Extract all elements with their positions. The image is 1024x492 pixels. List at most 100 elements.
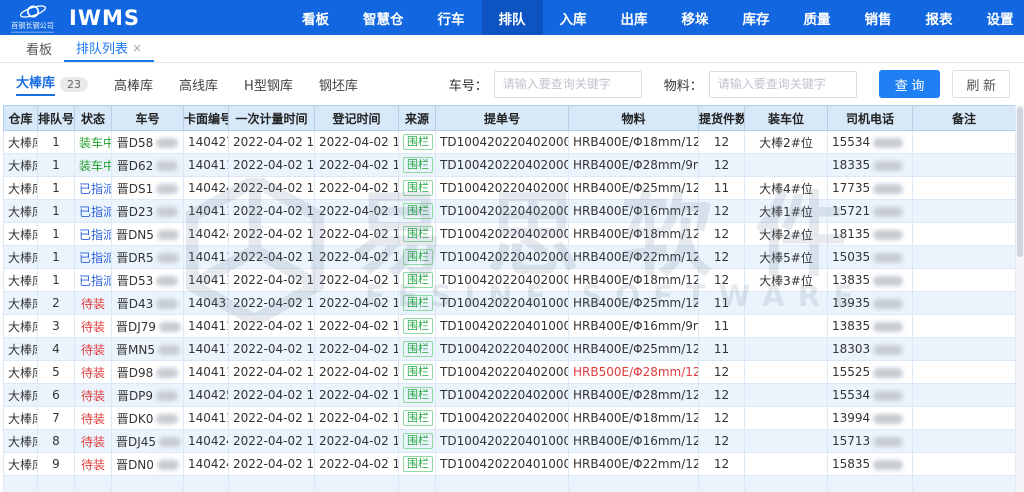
nav-item-10[interactable]: 销售 [848,0,909,35]
table-row[interactable]: 大棒库2待装晋D43140431192022-04-02 12:242022-0… [4,292,1016,315]
cell-queue-no: 1 [38,154,75,177]
nav-item-11[interactable]: 报表 [909,0,970,35]
warehouse-tab-1[interactable]: 大棒库23 [16,63,88,105]
cell-dock [745,453,828,476]
nav-item-1[interactable]: 看板 [285,0,346,35]
cell-phone: 18335 [828,154,913,177]
nav-item-9[interactable]: 质量 [787,0,848,35]
warehouse-tab-label: 高线库 [179,75,218,94]
phone-blur [873,368,903,378]
cell-status: 待装 [75,361,112,384]
cell-dock: 大棒4#位 [745,177,828,200]
empty-cell [4,476,38,492]
cell-register-time: 2022-04-02 11:43 [315,131,399,154]
cell-material: HRB400E/Φ22mm/12m [569,246,699,269]
cell-qty: 12 [699,200,745,223]
table-row[interactable]: 大棒库1已指派晋DS1140424192022-04-02 11:262022-… [4,177,1016,200]
cell-dock [745,338,828,361]
toolbar: 大棒库23高棒库高线库H型钢库钢坯库 车号： 物料： 查 询 刷 新 [0,63,1024,105]
cell-plate: 晋D23 [112,200,184,223]
nav-item-5[interactable]: 入库 [543,0,604,35]
material-search-input[interactable] [709,71,857,98]
nav-item-7[interactable]: 移垛 [665,0,726,35]
cell-bill-no: TD10042022040200005319 [436,154,569,177]
cell-weigh-time: 2022-04-02 13:11 [229,407,315,430]
cell-material: HRB400E/Φ25mm/12m [569,292,699,315]
table-row[interactable]: 大棒库1装车中晋D58140427192022-04-02 11:432022-… [4,131,1016,154]
table-row[interactable]: 大棒库1已指派晋D53140411192022-04-02 12:212022-… [4,269,1016,292]
nav-item-12[interactable]: 设置 [970,0,1024,35]
cell-material: HRB400E/Φ25mm/12m [569,177,699,200]
status-badge: 待装 [81,389,105,403]
table-row[interactable]: 大棒库6待装晋DP9140425192022-04-02 13:092022-0… [4,384,1016,407]
cell-phone: 15721 [828,200,913,223]
table-row[interactable]: 大棒库1已指派晋DR5140411192022-04-02 12:022022-… [4,246,1016,269]
phone-blur [873,253,903,263]
warehouse-tab-2[interactable]: 高棒库 [114,63,153,105]
table-row[interactable]: 大棒库8待装晋DJ45140424192022-04-02 13:152022-… [4,430,1016,453]
phone-blur [873,391,903,401]
query-button[interactable]: 查 询 [879,70,941,98]
cell-card-no: 14042519 [184,384,229,407]
status-badge: 待装 [81,297,105,311]
table-row[interactable]: 大棒库4待装晋MN5140411192022-04-02 12:492022-0… [4,338,1016,361]
page-tabbar: 看板排队列表× [0,35,1024,63]
cell-card-no: 14041119 [184,269,229,292]
source-tag: 围栏 [403,272,433,288]
cell-weigh-time: 2022-04-02 11:43 [229,131,315,154]
table-row[interactable]: 大棒库1装车中晋D62140411192022-04-02 12:462022-… [4,154,1016,177]
cell-card-no: 14042419 [184,453,229,476]
plate-blur [159,437,181,447]
vertical-scrollbar[interactable] [1015,105,1024,492]
nav-item-4[interactable]: 排队 [482,0,543,35]
col-header-6: 一次计量时间 [229,106,315,131]
plate-blur [157,460,179,470]
table-row[interactable]: 大棒库1已指派晋D23140411192022-04-02 11:282022-… [4,200,1016,223]
cell-phone: 13935 [828,292,913,315]
cell-warehouse: 大棒库 [4,131,38,154]
nav-item-6[interactable]: 出库 [604,0,665,35]
cell-status: 待装 [75,453,112,476]
close-icon[interactable]: × [132,41,142,55]
nav-item-3[interactable]: 行车 [421,0,482,35]
cell-queue-no: 5 [38,361,75,384]
col-header-10: 物料 [569,106,699,131]
page-tab-2[interactable]: 排队列表× [64,35,154,62]
cell-source: 围栏 [399,223,436,246]
table-row[interactable]: 大棒库3待装晋DJ79140411192022-04-02 12:412022-… [4,315,1016,338]
cell-bill-no: TD10042022040200005319 [436,223,569,246]
top-nav: 首钢长钢公司 IWMS 看板智慧仓行车排队入库出库移垛库存质量销售报表设置 排队… [0,0,1024,35]
cell-remark [913,200,1016,223]
cell-register-time: 2022-04-02 13:12 [315,407,399,430]
nav-item-8[interactable]: 库存 [726,0,787,35]
cell-card-no: 14041119 [184,338,229,361]
cell-source: 围栏 [399,292,436,315]
table-row[interactable]: 大棒库7待装晋DK0140411192022-04-02 13:112022-0… [4,407,1016,430]
cell-warehouse: 大棒库 [4,223,38,246]
table-row[interactable]: 大棒库5待装晋D98140411192022-04-02 12:502022-0… [4,361,1016,384]
status-badge: 待装 [81,343,105,357]
status-badge: 待装 [81,320,105,334]
cell-bill-no: TD10042022040100005318 [436,315,569,338]
cell-plate: 晋DJ79 [112,315,184,338]
source-tag: 围栏 [403,203,433,219]
cell-source: 围栏 [399,338,436,361]
cell-weigh-time: 2022-04-02 12:41 [229,315,315,338]
cell-phone: 15525 [828,361,913,384]
cell-qty: 12 [699,361,745,384]
refresh-button[interactable]: 刷 新 [952,70,1010,98]
page-tab-1[interactable]: 看板 [14,35,64,62]
cell-qty: 12 [699,453,745,476]
warehouse-tab-3[interactable]: 高线库 [179,63,218,105]
nav-item-2[interactable]: 智慧仓 [346,0,421,35]
table-row[interactable]: 大棒库1已指派晋DN5140424192022-04-02 11:532022-… [4,223,1016,246]
plate-search-input[interactable] [494,71,642,98]
source-tag: 围栏 [403,180,433,196]
status-badge: 待装 [81,435,105,449]
cell-qty: 11 [699,292,745,315]
table-row[interactable]: 大棒库9待装晋DN0140424192022-04-02 13:182022-0… [4,453,1016,476]
warehouse-tab-5[interactable]: 钢坯库 [319,63,358,105]
scrollbar-thumb[interactable] [1017,107,1023,257]
cell-source: 围栏 [399,154,436,177]
warehouse-tab-4[interactable]: H型钢库 [244,63,293,105]
